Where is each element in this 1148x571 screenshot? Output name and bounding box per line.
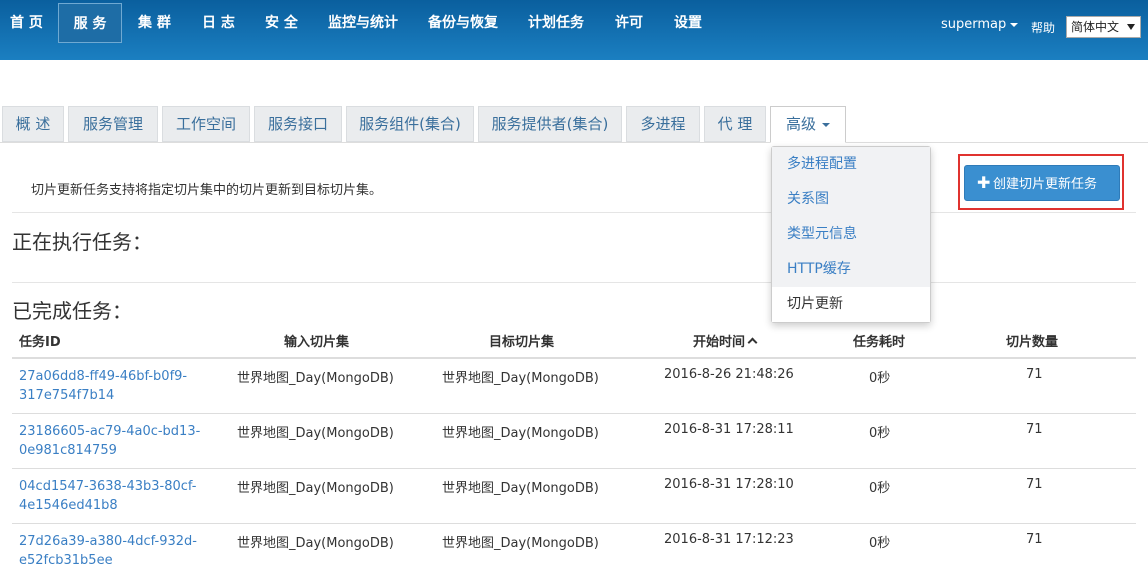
user-name: supermap [941,17,1007,32]
col-header-target-tileset[interactable]: 目标切片集 [489,331,554,350]
page-description: 切片更新任务支持将指定切片集中的切片更新到目标切片集。 [31,183,383,198]
tab-service-management[interactable]: 服务管理 [68,106,158,142]
nav-services[interactable]: 服 务 [58,3,122,43]
nav-logs[interactable]: 日 志 [202,0,235,46]
task-id-part: 4e1546ed41b8 [19,498,118,513]
target-tileset-cell: 世界地图_Day(MongoDB) [442,371,599,386]
nav-settings[interactable]: 设置 [674,0,702,46]
tab-proxy[interactable]: 代 理 [704,106,766,142]
language-value: 简体中文 [1071,20,1120,34]
completed-tasks-title: 已完成任务： [12,299,132,323]
tab-service-interface[interactable]: 服务接口 [254,106,342,142]
plus-icon: ✚ [977,173,991,192]
task-id-part: 04cd1547-3638-43b3-80cf- [19,479,197,494]
menu-item-type-metadata[interactable]: 类型元信息 [772,217,930,252]
input-tileset-cell: 世界地图_Day(MongoDB) [237,536,394,551]
tab-overview[interactable]: 概 述 [2,106,64,142]
target-tileset-cell: 世界地图_Day(MongoDB) [442,426,599,441]
table-row: 27a06dd8-ff49-46bf-b0f9- 317e754f7b14 世界地… [12,359,1136,414]
col-header-input-tileset[interactable]: 输入切片集 [284,331,349,350]
tab-service-components[interactable]: 服务组件(集合) [346,106,474,142]
col-header-task-id[interactable]: 任务ID [19,331,61,350]
create-tile-update-task-button[interactable]: ✚ 创建切片更新任务 [964,165,1120,201]
top-navbar: 首 页 服 务 集 群 日 志 安 全 监控与统计 备份与恢复 计划任务 许可 … [0,0,1148,60]
input-tileset-cell: 世界地图_Day(MongoDB) [237,481,394,496]
start-time-cell: 2016-8-31 17:12:23 [664,532,794,547]
task-id-part: 317e754f7b14 [19,388,115,403]
tile-count-cell: 71 [1026,477,1043,492]
task-id-link[interactable]: 04cd1547-3638-43b3-80cf- 4e1546ed41b8 [19,477,209,515]
create-button-label: 创建切片更新任务 [993,177,1098,192]
start-time-cell: 2016-8-26 21:48:26 [664,367,794,382]
task-id-part: 27d26a39-a380-4dcf-932d- [19,534,197,549]
tab-service-providers[interactable]: 服务提供者(集合) [478,106,622,142]
chevron-down-icon [1127,24,1135,30]
duration-cell: 0秒 [869,371,891,386]
task-id-part: 23186605-ac79-4a0c-bd13- [19,424,201,439]
divider [12,212,1136,213]
divider [12,282,1136,283]
tile-count-cell: 71 [1026,367,1043,382]
nav-security[interactable]: 安 全 [265,0,298,46]
chevron-down-icon [822,122,830,127]
start-time-cell: 2016-8-31 17:28:11 [664,422,794,437]
tile-count-cell: 71 [1026,422,1043,437]
duration-cell: 0秒 [869,536,891,551]
nav-license[interactable]: 许可 [615,0,643,46]
tab-workspace[interactable]: 工作空间 [162,106,250,142]
menu-item-http-cache[interactable]: HTTP缓存 [772,252,930,287]
task-id-link[interactable]: 23186605-ac79-4a0c-bd13- 0e981c814759 [19,422,209,460]
nav-home[interactable]: 首 页 [10,0,43,46]
col-header-start-time[interactable]: 开始时间 [693,331,758,350]
tabs-divider [0,142,1148,143]
task-id-part: e52fcb31b5ee [19,553,113,568]
advanced-dropdown-menu: 多进程配置 关系图 类型元信息 HTTP缓存 切片更新 [771,146,931,323]
menu-item-multiprocess-config[interactable]: 多进程配置 [772,147,930,182]
sort-ascending-icon [747,337,758,348]
language-select[interactable]: 简体中文 [1066,16,1141,38]
tab-advanced[interactable]: 高级 [770,106,846,143]
start-time-label: 开始时间 [693,335,746,350]
task-id-link[interactable]: 27a06dd8-ff49-46bf-b0f9- 317e754f7b14 [19,367,209,405]
target-tileset-cell: 世界地图_Day(MongoDB) [442,536,599,551]
duration-cell: 0秒 [869,481,891,496]
target-tileset-cell: 世界地图_Day(MongoDB) [442,481,599,496]
col-header-duration[interactable]: 任务耗时 [853,331,905,350]
col-header-tile-count[interactable]: 切片数量 [1006,331,1058,350]
duration-cell: 0秒 [869,426,891,441]
nav-cluster[interactable]: 集 群 [138,0,171,46]
input-tileset-cell: 世界地图_Day(MongoDB) [237,371,394,386]
task-id-part: 0e981c814759 [19,443,117,458]
input-tileset-cell: 世界地图_Day(MongoDB) [237,426,394,441]
tile-count-cell: 71 [1026,532,1043,547]
task-id-part: 27a06dd8-ff49-46bf-b0f9- [19,369,188,384]
task-id-link[interactable]: 27d26a39-a380-4dcf-932d-e52fcb31b5ee [19,532,209,570]
table-row: 04cd1547-3638-43b3-80cf- 4e1546ed41b8 世界地… [12,469,1136,524]
tab-multiprocess[interactable]: 多进程 [626,106,700,142]
nav-backup[interactable]: 备份与恢复 [428,0,498,46]
help-link[interactable]: 帮助 [1031,19,1055,36]
tab-advanced-label: 高级 [785,115,816,133]
nav-scheduled-tasks[interactable]: 计划任务 [528,0,584,46]
start-time-cell: 2016-8-31 17:28:10 [664,477,794,492]
running-tasks-title: 正在执行任务： [12,230,152,254]
menu-item-relationship-graph[interactable]: 关系图 [772,182,930,217]
table-row: 27d26a39-a380-4dcf-932d-e52fcb31b5ee 世界地… [12,524,1136,571]
nav-monitoring[interactable]: 监控与统计 [328,0,398,46]
user-menu[interactable]: supermap [941,17,1019,32]
menu-item-tile-update[interactable]: 切片更新 [772,287,930,322]
chevron-down-icon [1010,22,1019,27]
table-row: 23186605-ac79-4a0c-bd13- 0e981c814759 世界地… [12,414,1136,469]
